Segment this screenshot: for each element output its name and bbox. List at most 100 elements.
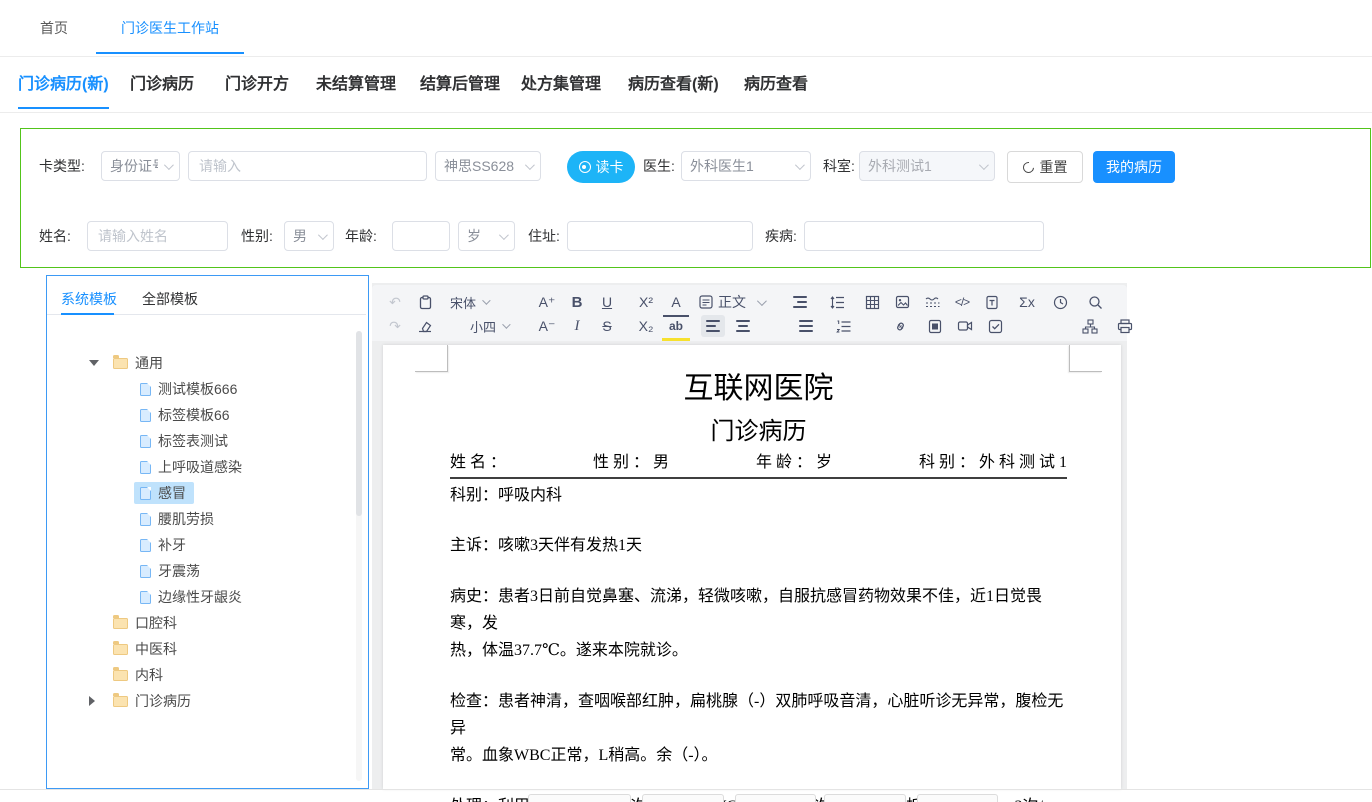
dept-select[interactable]: 外科测试1: [859, 151, 995, 181]
underline-icon[interactable]: U: [595, 291, 619, 313]
patient-info-line[interactable]: 姓 名 ： 性 别 ： 男 年 龄 ： 岁 科 别 ： 外 科 测 试 1: [450, 452, 1067, 479]
age-unit-select[interactable]: 岁: [458, 221, 515, 251]
link-icon[interactable]: [888, 315, 912, 337]
strikethrough-icon[interactable]: S: [595, 315, 619, 337]
tree-scrollbar-thumb[interactable]: [356, 331, 362, 516]
nav-outpatient-record[interactable]: 门诊病历: [130, 58, 194, 112]
template-doc-icon[interactable]: [980, 291, 1004, 313]
align-right-icon[interactable]: [788, 291, 812, 313]
checkbox-icon[interactable]: [983, 315, 1007, 337]
tab-all-templates[interactable]: 全部模板: [142, 286, 198, 312]
nav-record-view-new[interactable]: 病历查看(新): [628, 58, 719, 112]
examination-paragraph[interactable]: 检查：患者神清，查咽喉部红肿，扁桃腺（-）双肺呼吸音清，心脏听诊无异常，腹检无异…: [450, 688, 1067, 769]
document-page[interactable]: 互联网医院 门诊病历 姓 名 ： 性 别 ： 男 年 龄 ： 岁 科 别 ： 外…: [383, 345, 1121, 789]
record-title[interactable]: 门诊病历: [450, 416, 1067, 448]
font-size-select[interactable]: 小四: [444, 315, 528, 337]
file-icon: [140, 409, 151, 422]
nav-outpatient-prescribe[interactable]: 门诊开方: [225, 58, 289, 112]
anchor-block-icon[interactable]: [923, 315, 947, 337]
increase-font-icon[interactable]: A⁺: [535, 291, 559, 313]
justify-icon[interactable]: [794, 315, 818, 337]
paragraph-style-select[interactable]: 正文: [699, 291, 771, 313]
sex-label: 性别:: [241, 221, 273, 251]
tree-item-template[interactable]: 腰肌劳损: [47, 506, 368, 532]
info-sex: 性 别 ： 男: [593, 452, 669, 474]
ordered-list-icon[interactable]: [831, 315, 855, 337]
search-icon[interactable]: [1083, 291, 1107, 313]
tree-folder-internal[interactable]: 内科: [47, 662, 368, 688]
my-records-button[interactable]: 我的病历: [1093, 151, 1175, 183]
media-icon[interactable]: [953, 315, 977, 337]
tree-item-template[interactable]: 补牙: [47, 532, 368, 558]
tree-item-template[interactable]: 标签模板66: [47, 402, 368, 428]
divider-line-icon[interactable]: [920, 291, 944, 313]
subscript-icon[interactable]: X₂: [634, 315, 658, 337]
bottom-action-button[interactable]: [824, 794, 906, 802]
active-tab-underline: [61, 313, 114, 315]
bottom-action-button[interactable]: [528, 794, 631, 802]
highlight-icon[interactable]: ab: [664, 315, 688, 337]
tree-folder-dental[interactable]: 口腔科: [47, 610, 368, 636]
chief-complaint[interactable]: 主诉：咳嗽3天伴有发热1天: [450, 532, 1067, 559]
hospital-title[interactable]: 互联网医院: [450, 370, 1067, 408]
bottom-action-button[interactable]: [917, 794, 998, 802]
caret-down-icon[interactable]: [89, 360, 99, 366]
tab-doctor-workstation[interactable]: 门诊医生工作站: [96, 0, 244, 56]
tree-item-template-selected[interactable]: 感冒: [47, 480, 368, 506]
line-height-icon[interactable]: [825, 291, 849, 313]
tree-folder-tcm[interactable]: 中医科: [47, 636, 368, 662]
patient-name-input[interactable]: [87, 221, 228, 251]
card-type-select[interactable]: 身份证号: [101, 151, 180, 181]
print-icon[interactable]: [1113, 315, 1137, 337]
department-line[interactable]: 科别：呼吸内科: [450, 483, 1067, 508]
age-input[interactable]: [392, 221, 450, 251]
font-family-select[interactable]: 宋体: [444, 291, 528, 313]
card-number-input[interactable]: [188, 151, 427, 181]
code-icon[interactable]: </>: [950, 291, 974, 313]
history-icon[interactable]: [1048, 291, 1072, 313]
doctor-select[interactable]: 外科医生1: [681, 151, 811, 181]
bottom-action-button[interactable]: [642, 794, 724, 802]
caret-right-icon[interactable]: [89, 696, 95, 706]
nav-settled-management[interactable]: 结算后管理: [420, 58, 500, 112]
bold-icon[interactable]: B: [565, 291, 589, 313]
undo-icon[interactable]: ↶: [383, 291, 407, 313]
paste-icon[interactable]: [413, 291, 437, 313]
image-icon[interactable]: [890, 291, 914, 313]
tree-item-template[interactable]: 测试模板666: [47, 376, 368, 402]
clear-format-icon[interactable]: [413, 315, 437, 337]
age-label: 年龄:: [345, 221, 377, 251]
align-left-icon[interactable]: [701, 315, 725, 337]
tree-item-template[interactable]: 边缘性牙龈炎: [47, 584, 368, 610]
italic-icon[interactable]: I: [565, 315, 589, 337]
decrease-font-icon[interactable]: A⁻: [535, 315, 559, 337]
disease-input[interactable]: [804, 221, 1044, 251]
align-center-icon[interactable]: [731, 315, 755, 337]
history-paragraph[interactable]: 病史：患者3日前自觉鼻塞、流涕，轻微咳嗽，自服抗感冒药物效果不佳，近1日觉畏寒，…: [450, 583, 1067, 664]
nav-outpatient-record-new[interactable]: 门诊病历(新): [18, 58, 109, 112]
formula-icon[interactable]: Σx: [1015, 291, 1039, 313]
bottom-action-button[interactable]: [735, 794, 816, 802]
sex-select[interactable]: 男: [284, 221, 334, 251]
nav-unsettled-management[interactable]: 未结算管理: [316, 58, 396, 112]
tree-folder-outpatient-records[interactable]: 门诊病历: [47, 688, 368, 714]
tree-folder-general[interactable]: 通用: [47, 350, 368, 376]
font-color-icon[interactable]: A: [664, 291, 688, 313]
tab-system-templates[interactable]: 系统模板: [61, 286, 117, 312]
tree-item-template[interactable]: 牙震荡: [47, 558, 368, 584]
tree-item-template[interactable]: 标签表测试: [47, 428, 368, 454]
address-input[interactable]: [567, 221, 753, 251]
file-icon: [140, 487, 151, 500]
org-chart-icon[interactable]: [1078, 315, 1102, 337]
nav-record-view[interactable]: 病历查看: [744, 58, 808, 112]
card-device-select[interactable]: 神思SS628: [435, 151, 541, 181]
chevron-down-icon: [482, 296, 490, 304]
superscript-icon[interactable]: X²: [634, 291, 658, 313]
table-icon[interactable]: [860, 291, 884, 313]
redo-icon[interactable]: ↷: [383, 315, 407, 337]
tab-home[interactable]: 首页: [40, 0, 68, 56]
tree-item-template[interactable]: 上呼吸道感染: [47, 454, 368, 480]
read-card-button[interactable]: 读卡: [567, 151, 635, 183]
reset-button[interactable]: 重置: [1007, 151, 1083, 183]
nav-prescription-sets[interactable]: 处方集管理: [521, 58, 601, 112]
